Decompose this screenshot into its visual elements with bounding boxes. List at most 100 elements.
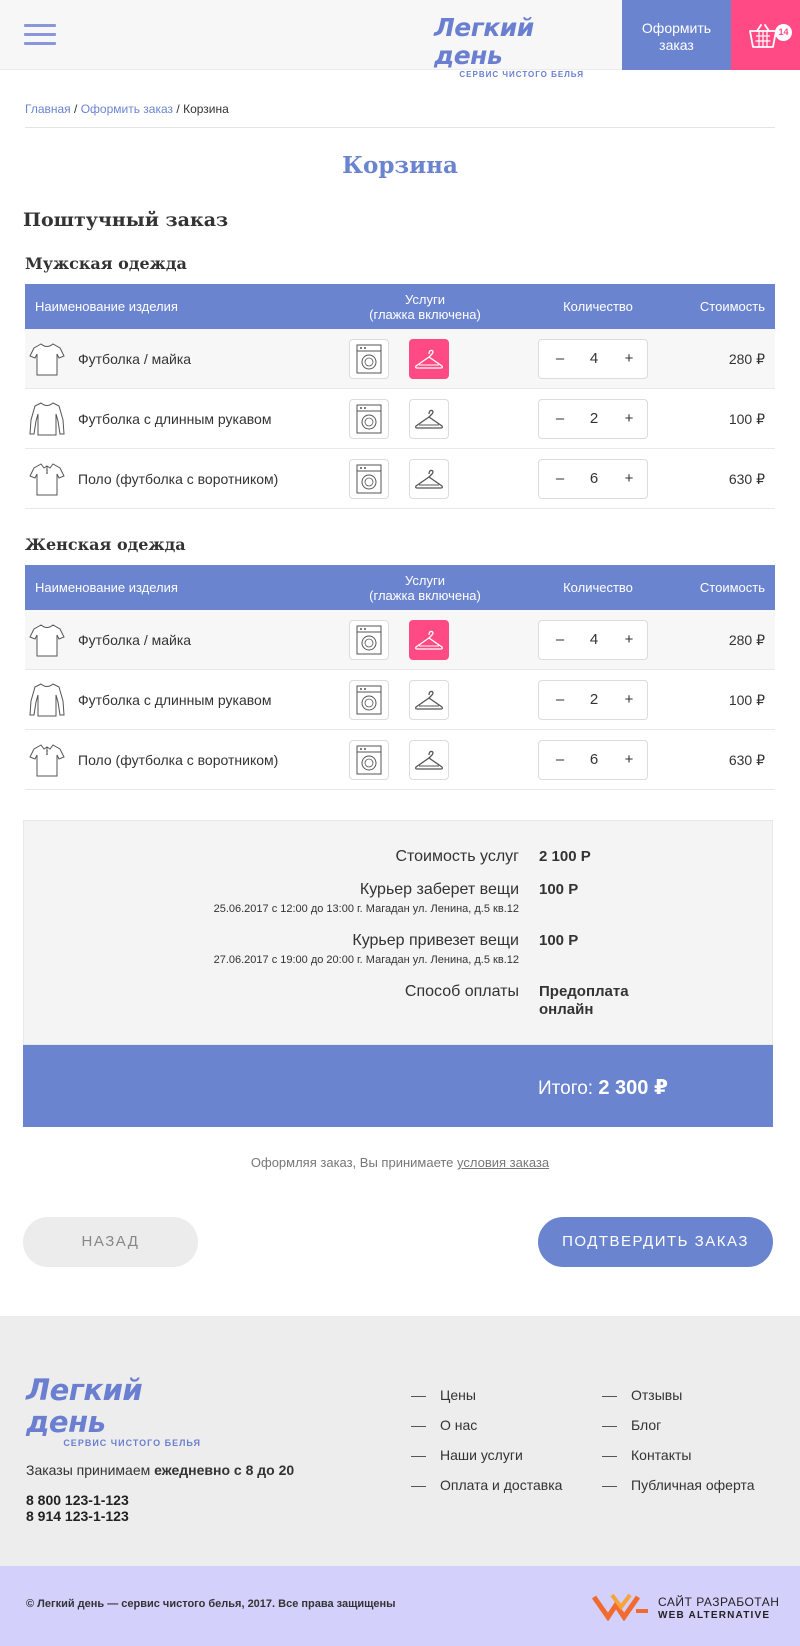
table-row: Футболка / майка –4 +280 ₽ — [25, 610, 775, 670]
quantity-increase-button[interactable]: + — [621, 340, 637, 378]
payment-method-line: Предоплата — [539, 983, 629, 1000]
quantity-value[interactable]: 2 — [579, 681, 609, 719]
item-name: Футболка / майка — [78, 632, 192, 648]
phone[interactable]: 8 800 123-1-123 — [26, 1492, 129, 1508]
web-alternative-logo-icon[interactable] — [592, 1591, 650, 1621]
quantity-increase-button[interactable]: + — [621, 460, 637, 498]
footer-link[interactable]: Контакты — [602, 1440, 755, 1470]
footer-link[interactable]: Цены — [411, 1380, 562, 1410]
footer-link[interactable]: Наши услуги — [411, 1440, 562, 1470]
footer-logo-title: Легкий день — [26, 1373, 143, 1439]
footer-link-label: Блог — [631, 1417, 662, 1433]
quantity-decrease-button[interactable]: – — [552, 741, 568, 779]
working-hours: Заказы принимаем ежедневно с 8 до 20 — [26, 1462, 294, 1478]
summary-label: Курьер заберет вещи — [359, 881, 519, 898]
footer-link[interactable]: Отзывы — [602, 1380, 755, 1410]
footer-link-label: Контакты — [631, 1447, 692, 1463]
back-button[interactable]: НАЗАД — [23, 1217, 198, 1267]
footer-link-label: Цены — [440, 1387, 476, 1403]
footer-link[interactable]: Оплата и доставка — [411, 1470, 562, 1500]
longsleeve-icon — [28, 681, 66, 719]
summary-label: Стоимость услуг — [395, 848, 519, 865]
order-summary: Стоимость услуг 2 100 Р Курьер заберет в… — [23, 820, 773, 1045]
quantity-stepper: –6 + — [538, 459, 648, 499]
quantity-increase-button[interactable]: + — [621, 741, 637, 779]
cart-table: Наименование изделия Услуги (глажка включе… — [25, 565, 775, 790]
total-bar: Итого: 2 300 ₽ — [23, 1045, 773, 1127]
column-header-quantity: Количество — [563, 580, 633, 595]
quantity-decrease-button[interactable]: – — [552, 400, 568, 438]
item-cost: 630 ₽ — [728, 751, 765, 768]
divider — [25, 127, 775, 128]
dash-icon — [411, 1455, 426, 1457]
quantity-value[interactable]: 4 — [579, 340, 609, 378]
footer-link-label: О нас — [440, 1417, 478, 1433]
terms-text: Оформляя заказ, Вы принимаете — [250, 1155, 454, 1170]
table-row: Футболка / майка –4 +280 ₽ — [25, 329, 775, 389]
services-header-line2: (глажка включена) — [369, 587, 481, 603]
washing-machine-icon[interactable] — [349, 339, 389, 379]
developer-credit[interactable]: САЙТ РАЗРАБОТАН WEB ALTERNATIVE — [658, 1596, 779, 1622]
cart-button[interactable]: 14 — [731, 0, 800, 70]
quantity-value[interactable]: 4 — [579, 621, 609, 659]
hanger-icon[interactable] — [409, 459, 449, 499]
logo[interactable]: Легкий день сервис чистого белья — [434, 14, 584, 80]
footer-link-label: Отзывы — [631, 1387, 683, 1403]
quantity-decrease-button[interactable]: – — [552, 621, 568, 659]
breadcrumb-separator: / — [74, 102, 78, 116]
quantity-value[interactable]: 2 — [579, 400, 609, 438]
footer-logo-subtitle: сервис чистого белья — [63, 1438, 201, 1448]
column-header-cost: Стоимость — [699, 299, 765, 314]
hanger-icon[interactable] — [409, 620, 449, 660]
breadcrumb-separator: / — [176, 102, 180, 116]
washing-machine-icon[interactable] — [349, 620, 389, 660]
breadcrumb-current: Корзина — [183, 102, 229, 116]
quantity-increase-button[interactable]: + — [621, 621, 637, 659]
column-header-services: Услуги (глажка включена) — [340, 565, 510, 610]
order-button[interactable]: Оформить заказ — [622, 0, 731, 70]
hanger-icon[interactable] — [409, 339, 449, 379]
item-name: Футболка / майка — [78, 351, 192, 367]
footer-links-col1: Цены О нас Наши услуги Оплата и доставка — [411, 1380, 562, 1500]
footer-logo[interactable]: Легкий день сервис чистого белья — [26, 1374, 201, 1448]
quantity-decrease-button[interactable]: – — [552, 460, 568, 498]
terms-link[interactable]: условия заказа — [457, 1155, 549, 1170]
cart-count-badge: 14 — [775, 24, 792, 41]
menu-icon[interactable] — [24, 24, 56, 48]
logo-subtitle: сервис чистого белья — [459, 70, 584, 79]
washing-machine-icon[interactable] — [349, 680, 389, 720]
item-cost: 100 ₽ — [728, 410, 765, 427]
quantity-increase-button[interactable]: + — [621, 681, 637, 719]
confirm-order-button[interactable]: ПОДТВЕРДИТЬ ЗАКАЗ — [538, 1217, 773, 1267]
footer-link[interactable]: О нас — [411, 1410, 562, 1440]
hanger-icon[interactable] — [409, 740, 449, 780]
summary-value: Предоплата онлайн — [539, 983, 629, 1019]
footer-link[interactable]: Публичная оферта — [602, 1470, 755, 1500]
hours-prefix: Заказы принимаем — [26, 1462, 151, 1478]
footer-link[interactable]: Блог — [602, 1410, 755, 1440]
washing-machine-icon[interactable] — [349, 740, 389, 780]
quantity-value[interactable]: 6 — [579, 460, 609, 498]
breadcrumb-home[interactable]: Главная — [25, 102, 71, 116]
quantity-decrease-button[interactable]: – — [552, 681, 568, 719]
tshirt-icon — [28, 621, 66, 659]
washing-machine-icon[interactable] — [349, 399, 389, 439]
phone[interactable]: 8 914 123-1-123 — [26, 1508, 129, 1524]
item-name: Футболка с длинным рукавом — [78, 692, 272, 708]
breadcrumb-order[interactable]: Оформить заказ — [81, 102, 173, 116]
quantity-increase-button[interactable]: + — [621, 400, 637, 438]
total: Итого: 2 300 ₽ — [538, 1075, 668, 1100]
column-header-name: Наименование изделия — [35, 299, 178, 314]
footer-link-label: Оплата и доставка — [440, 1477, 563, 1493]
quantity-stepper: –4 + — [538, 339, 648, 379]
hours-bold: ежедневно с 8 до 20 — [154, 1462, 295, 1478]
hanger-icon[interactable] — [409, 399, 449, 439]
summary-details: 25.06.2017 с 12:00 до 13:00 г. Магадан у… — [213, 903, 519, 915]
quantity-decrease-button[interactable]: – — [552, 340, 568, 378]
washing-machine-icon[interactable] — [349, 459, 389, 499]
services-header-line1: Услуги — [405, 572, 445, 588]
hanger-icon[interactable] — [409, 680, 449, 720]
logo-title: Легкий день — [434, 13, 534, 70]
quantity-value[interactable]: 6 — [579, 741, 609, 779]
table-row: Поло (футболка с воротником) –6 +630 ₽ — [25, 449, 775, 509]
